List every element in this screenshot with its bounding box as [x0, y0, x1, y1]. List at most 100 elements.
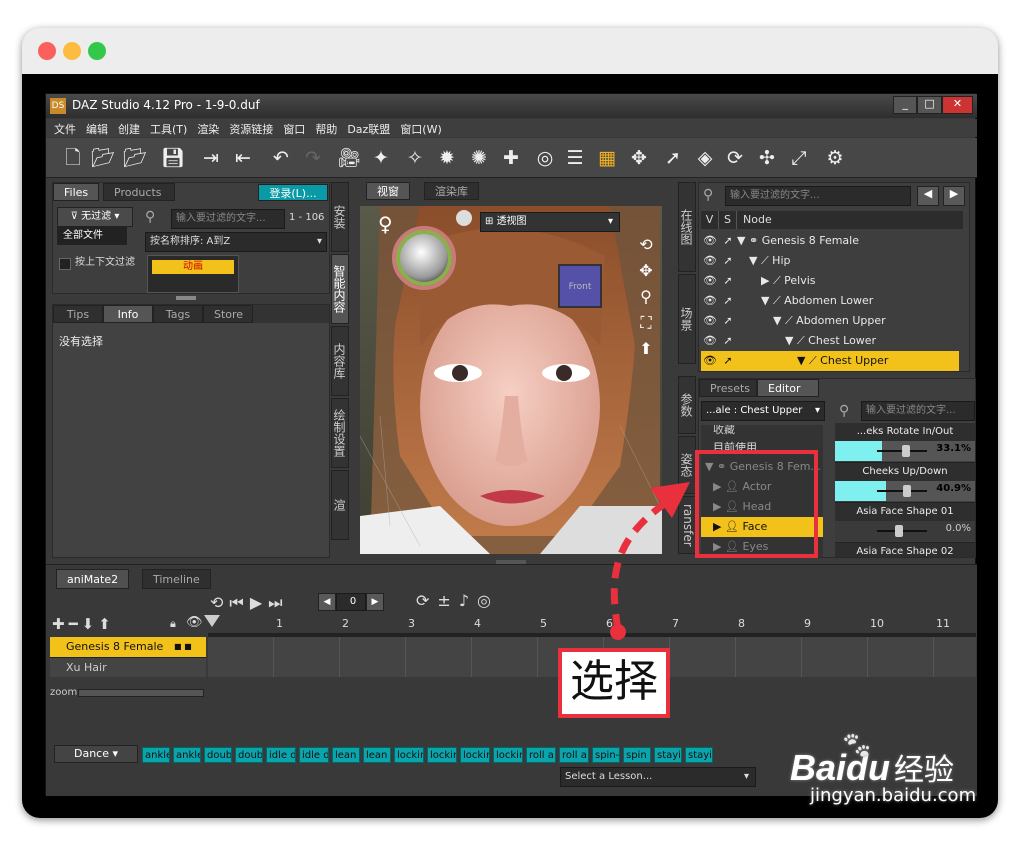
animation-clip[interactable]: lockir: [493, 747, 523, 763]
visibility-eye-icon[interactable]: 👁︎: [701, 271, 719, 291]
content-search-input[interactable]: 输入要过滤的文字...: [171, 209, 285, 229]
animation-clip[interactable]: spin-: [592, 747, 620, 763]
side-tab[interactable]: 绘制设置: [331, 398, 349, 468]
parameter-value[interactable]: 0.0%: [946, 523, 971, 534]
frame-icon[interactable]: ⛶: [634, 310, 658, 336]
scene-node[interactable]: 👁︎ ➚ ▶ ⟋ Pelvis: [701, 271, 959, 291]
close-dot[interactable]: [38, 42, 56, 60]
list-item[interactable]: 收藏: [701, 425, 823, 439]
tab-presets[interactable]: Presets: [699, 379, 757, 397]
animation-clip[interactable]: lockir: [460, 747, 490, 763]
move-down-icon[interactable]: ⬇: [82, 615, 95, 633]
align-icon[interactable]: ☰: [562, 145, 588, 171]
scene-node[interactable]: 👁︎ ➚ ▼ ⟋ Chest Lower: [701, 331, 959, 351]
redo-icon[interactable]: ↷: [300, 145, 326, 171]
geometry-editor-icon[interactable]: ⚙: [822, 145, 848, 171]
scene-search-input[interactable]: 输入要过滤的文字...: [725, 186, 911, 206]
slider-thumb[interactable]: [901, 445, 910, 457]
param-search-input[interactable]: 输入要过滤的文字...: [861, 401, 975, 421]
scene-node[interactable]: 👁︎ ➚ ▼ ⟋ Abdomen Upper: [701, 311, 959, 331]
maximize-button[interactable]: □: [917, 96, 942, 114]
menu-item[interactable]: 编辑: [86, 123, 108, 136]
animation-clip[interactable]: ankle: [173, 747, 201, 763]
menu-item[interactable]: 工具(T): [150, 123, 187, 136]
parameter-value[interactable]: 40.9%: [936, 483, 971, 494]
expand-arrow-icon[interactable]: ▼: [737, 234, 749, 247]
grid-tool-icon[interactable]: ▦: [594, 145, 620, 171]
export-icon[interactable]: ⇤: [230, 145, 256, 171]
selectable-cursor-icon[interactable]: ➚: [719, 251, 737, 271]
visibility-eye-icon[interactable]: 👁︎: [701, 311, 719, 331]
add-icon[interactable]: ✚: [52, 615, 65, 633]
undo-icon[interactable]: ↶: [268, 145, 294, 171]
camera-icon[interactable]: 🎥︎: [336, 145, 362, 171]
light-point-icon[interactable]: ✹: [434, 145, 460, 171]
menu-item[interactable]: Daz联盟: [347, 123, 390, 136]
side-tab[interactable]: 安装: [331, 182, 349, 252]
add-key-icon[interactable]: ±: [437, 591, 450, 610]
animation-clip[interactable]: stayi: [654, 747, 682, 763]
side-tab[interactable]: 渲: [331, 470, 349, 540]
tab-tags[interactable]: Tags: [153, 305, 203, 323]
zoom-dot[interactable]: [88, 42, 106, 60]
tab-render-library[interactable]: 渲染库: [424, 182, 479, 200]
animation-clip[interactable]: lockir: [394, 747, 424, 763]
scale-tool-icon[interactable]: ⤢: [786, 145, 812, 171]
pan-icon[interactable]: ✥: [634, 258, 658, 284]
view-cube[interactable]: Front: [558, 264, 602, 308]
view-mode-dropdown[interactable]: ⊞ 透视图 ▾: [480, 212, 620, 232]
menu-item[interactable]: 渲染: [197, 123, 219, 136]
tab-tips[interactable]: Tips: [53, 305, 103, 323]
expand-arrow-icon[interactable]: ▼: [773, 314, 785, 327]
visibility-eye-icon[interactable]: 👁︎: [701, 351, 719, 371]
scene-node[interactable]: 👁︎ ➚ ▼ ⟋ Abdomen Lower: [701, 291, 959, 311]
audio-icon[interactable]: ♪: [459, 591, 469, 610]
frame-input[interactable]: 0: [336, 593, 366, 611]
save-icon[interactable]: 💾︎: [160, 145, 186, 171]
move-up-icon[interactable]: ⬆: [98, 615, 111, 633]
select-tool-icon[interactable]: ➚: [660, 145, 686, 171]
tab-store[interactable]: Store: [203, 305, 253, 323]
animation-clip[interactable]: roll a: [526, 747, 556, 763]
animation-clip[interactable]: doub: [235, 747, 263, 763]
panel-divider[interactable]: [176, 296, 196, 300]
scene-node[interactable]: 👁︎ ➚ ▼ ⟋ Chest Upper: [701, 351, 959, 371]
zoom-slider[interactable]: [78, 689, 204, 697]
next-frame-button[interactable]: ▶: [366, 593, 384, 611]
animation-clip[interactable]: doub: [204, 747, 232, 763]
play-icon[interactable]: ▶: [250, 593, 262, 613]
selectable-cursor-icon[interactable]: ➚: [719, 331, 737, 351]
close-button[interactable]: ✕: [941, 96, 973, 114]
tab-files[interactable]: Files: [53, 183, 100, 201]
eye-icon[interactable]: 👁︎: [186, 615, 203, 630]
light-area-icon[interactable]: ✺: [466, 145, 492, 171]
animation-clip[interactable]: ankle: [142, 747, 170, 763]
loop-icon[interactable]: ⟲: [210, 593, 223, 613]
expand-arrow-icon[interactable]: ▼: [785, 334, 797, 347]
tab-info[interactable]: Info: [103, 305, 153, 323]
new-file-icon[interactable]: 🗋︎: [60, 145, 86, 171]
side-tab[interactable]: 内容库: [331, 326, 349, 396]
reset-view-icon[interactable]: ⬆: [634, 336, 658, 362]
content-thumbnail[interactable]: 动画: [147, 255, 239, 293]
translate-tool-icon[interactable]: ✣: [754, 145, 780, 171]
tab-editor[interactable]: Editor: [757, 379, 819, 397]
orbit-icon[interactable]: ⟲: [634, 232, 658, 258]
visibility-eye-icon[interactable]: 👁︎: [701, 291, 719, 311]
tab-products[interactable]: Products: [103, 183, 175, 201]
menu-item[interactable]: 帮助: [315, 123, 337, 136]
slider-track[interactable]: 40.9%: [835, 481, 975, 501]
tab-animate2[interactable]: aniMate2: [56, 569, 130, 589]
figure-icon[interactable]: ♀: [378, 212, 393, 236]
expand-arrow-icon[interactable]: ▼: [797, 354, 809, 367]
lock-icon[interactable]: 🔒︎: [170, 617, 176, 631]
selectable-cursor-icon[interactable]: ➚: [719, 271, 737, 291]
skip-end-icon[interactable]: ⏭: [268, 593, 282, 613]
side-tab[interactable]: 场景: [678, 274, 696, 364]
slider-track[interactable]: 33.1%: [835, 441, 975, 461]
next-arrow-icon[interactable]: ▶: [943, 186, 965, 206]
animation-clip[interactable]: roll a: [559, 747, 589, 763]
import-icon[interactable]: ⇥: [198, 145, 224, 171]
animation-clip[interactable]: idle d: [266, 747, 296, 763]
context-filter-checkbox[interactable]: [59, 258, 71, 270]
